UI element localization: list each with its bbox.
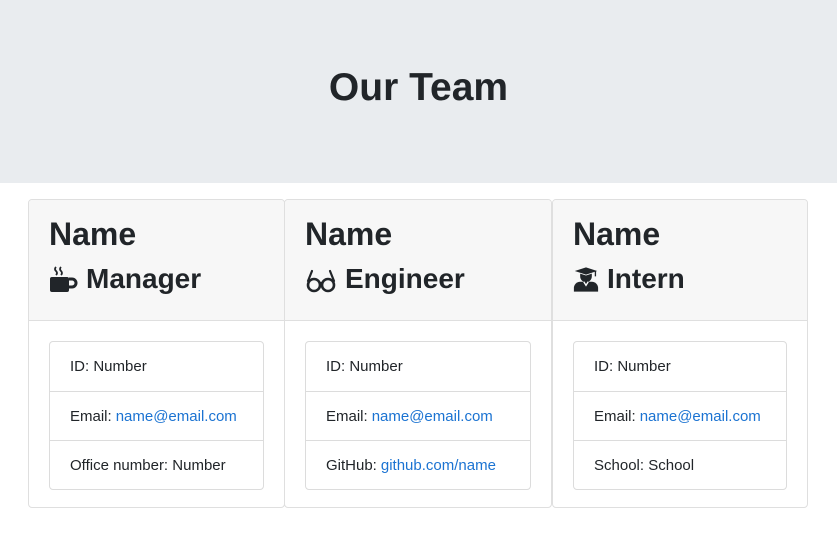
github-link[interactable]: github.com/name bbox=[381, 457, 496, 474]
employee-card-intern: Name Intern ID: Number Email: name@email.… bbox=[552, 199, 808, 508]
employee-role: Manager bbox=[49, 259, 284, 299]
role-label: Intern bbox=[607, 263, 685, 294]
role-label: Engineer bbox=[345, 263, 465, 294]
email-link[interactable]: name@email.com bbox=[116, 408, 237, 425]
list-item-id: ID: Number bbox=[594, 358, 671, 375]
page-title: Our Team bbox=[328, 65, 509, 109]
email-link[interactable]: name@email.com bbox=[640, 408, 761, 425]
list-item-email: Email: name@email.com bbox=[50, 391, 263, 440]
list-item-github: GitHub: github.com/name bbox=[306, 440, 530, 489]
employee-card-engineer: Name Engineer ID: Number Email: name@emai… bbox=[284, 199, 552, 508]
list-item-school: School: School bbox=[574, 440, 786, 489]
employee-role: Engineer bbox=[305, 259, 551, 299]
list-item-email: Email: name@email.com bbox=[574, 391, 786, 440]
employee-card-manager: Name Manager ID: Number Email: name@email… bbox=[28, 199, 285, 508]
list-item-id: ID: Number bbox=[70, 358, 147, 375]
card-header: Name Manager bbox=[29, 200, 284, 321]
list-item-email: Email: name@email.com bbox=[306, 391, 530, 440]
email-link[interactable]: name@email.com bbox=[372, 408, 493, 425]
card-header: Name Engineer bbox=[285, 200, 551, 321]
employee-name: Name bbox=[49, 216, 137, 252]
card-header: Name Intern bbox=[553, 200, 807, 321]
employee-details-list: ID: Number Email: name@email.com School: … bbox=[573, 341, 787, 490]
list-item-office-number: Office number: Number bbox=[50, 440, 263, 489]
page-header: Our Team bbox=[0, 0, 837, 183]
employee-name: Name bbox=[305, 216, 393, 252]
employee-name: Name bbox=[573, 216, 661, 252]
graduate-icon bbox=[573, 266, 599, 292]
employee-details-list: ID: Number Email: name@email.com Office n… bbox=[49, 341, 264, 490]
list-item-id: ID: Number bbox=[326, 358, 403, 375]
coffee-mug-icon bbox=[50, 265, 78, 292]
role-label: Manager bbox=[86, 263, 202, 294]
glasses-icon bbox=[306, 269, 336, 292]
employee-role: Intern bbox=[573, 259, 807, 299]
employee-details-list: ID: Number Email: name@email.com GitHub: g… bbox=[305, 341, 531, 490]
